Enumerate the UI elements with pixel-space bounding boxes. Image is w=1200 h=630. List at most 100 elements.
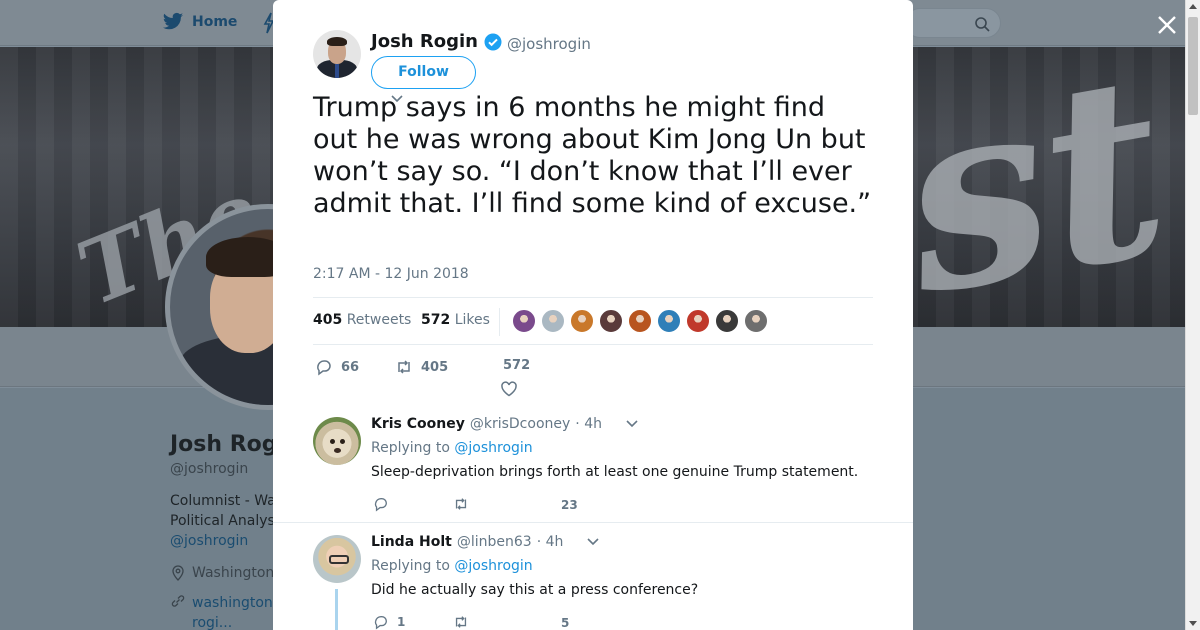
scroll-up-arrow-icon[interactable] <box>1189 4 1197 9</box>
retweet-count: 405 <box>421 359 449 375</box>
liker-avatar[interactable] <box>628 309 652 333</box>
author-name-row[interactable]: Josh Rogin <box>371 31 502 52</box>
like-action[interactable] <box>500 380 518 398</box>
reply-timestamp[interactable]: · 4h <box>575 416 602 432</box>
stats-divider <box>499 308 500 336</box>
close-icon <box>1158 16 1176 34</box>
reply-author-name[interactable]: Kris Cooney <box>371 416 465 432</box>
scrollbar-thumb[interactable] <box>1188 17 1198 115</box>
reply-text: Sleep-deprivation brings forth at least … <box>371 464 859 480</box>
tweet-stats-row: 405 Retweets 572 Likes <box>313 297 873 345</box>
reply-author-handle[interactable]: @linben63 <box>457 534 532 550</box>
replying-to-prefix: Replying to <box>371 440 450 456</box>
likers-avatar-list <box>512 309 768 333</box>
retweets-label: Retweets <box>346 312 412 328</box>
liker-avatar[interactable] <box>715 309 739 333</box>
reply-like-action[interactable]: 5 <box>561 616 569 630</box>
retweet-action[interactable]: 405 <box>395 358 448 376</box>
tweet-text: Trump says in 6 months he might find out… <box>313 92 872 219</box>
replying-to-mention[interactable]: @joshrogin <box>454 558 532 574</box>
profile-location: Washington <box>170 565 274 581</box>
liker-avatar[interactable] <box>686 309 710 333</box>
reply-like-count: 5 <box>561 616 570 630</box>
reply-count: 66 <box>341 359 360 375</box>
liker-avatar[interactable] <box>657 309 681 333</box>
location-pin-icon <box>172 565 184 581</box>
like-count: 572 <box>503 358 531 373</box>
profile-name: Josh Rog <box>170 432 278 457</box>
profile-bio-line: Columnist - Wa <box>170 493 276 509</box>
profile-website-text-cont: rogi... <box>192 615 233 630</box>
reply-author-handle[interactable]: @krisDcooney <box>470 416 570 432</box>
reply-options-chevron-icon[interactable] <box>625 419 639 429</box>
retweet-icon <box>455 498 467 510</box>
tweet-permalink-modal: Josh Rogin @joshrogin Follow Trump says … <box>273 0 913 630</box>
page-scrollbar[interactable] <box>1185 0 1200 630</box>
liker-avatar[interactable] <box>541 309 565 333</box>
twitter-bird-icon <box>162 12 184 30</box>
retweet-icon <box>455 616 467 628</box>
replying-to-line: Replying to @joshrogin <box>371 440 533 456</box>
reply-header: Kris Cooney @krisDcooney · 4h <box>371 416 639 432</box>
search-icon <box>975 17 990 32</box>
replying-to-line: Replying to @joshrogin <box>371 558 533 574</box>
retweets-stat[interactable]: 405 Retweets <box>313 312 411 328</box>
reply-author-avatar[interactable] <box>313 417 361 465</box>
profile-website-link[interactable]: washington rogi... <box>170 593 273 630</box>
reply-author-name[interactable]: Linda Holt <box>371 534 452 550</box>
profile-bio-line: Political Analys <box>170 513 275 529</box>
tweet-timestamp[interactable]: 2:17 AM - 12 Jun 2018 <box>313 266 469 282</box>
close-modal-button[interactable] <box>1154 12 1180 38</box>
nav-home-label: Home <box>192 14 238 30</box>
author-avatar[interactable] <box>313 30 361 78</box>
reply-retweet-action[interactable] <box>453 496 477 512</box>
tweet-action-bar: 66 405 572 <box>313 356 873 400</box>
link-icon <box>171 595 185 607</box>
retweets-count: 405 <box>313 312 343 328</box>
liker-avatar[interactable] <box>744 309 768 333</box>
liker-avatar[interactable] <box>599 309 623 333</box>
reply-retweet-action[interactable] <box>453 614 477 630</box>
follow-button[interactable]: Follow <box>371 56 476 89</box>
reply-header: Linda Holt @linben63 · 4h <box>371 534 600 550</box>
liker-avatar[interactable] <box>512 309 536 333</box>
reply-reply-action[interactable] <box>373 496 397 512</box>
reply-timestamp[interactable]: · 4h <box>537 534 564 550</box>
reply-reply-count: 1 <box>397 615 406 629</box>
liker-avatar[interactable] <box>570 309 594 333</box>
reply-like-action[interactable]: 23 <box>561 498 578 512</box>
likes-label: Likes <box>454 312 490 328</box>
reply-icon <box>374 615 387 630</box>
reply-action-bar: 1 5 <box>371 614 891 630</box>
verified-badge-icon <box>484 33 502 50</box>
reply-text: Did he actually say this at a press conf… <box>371 582 699 598</box>
reply-action[interactable]: 66 <box>315 358 359 376</box>
replying-to-prefix: Replying to <box>371 558 450 574</box>
profile-handle: @joshrogin <box>170 461 249 477</box>
reply-tweet[interactable]: Kris Cooney @krisDcooney · 4h Replying t… <box>273 405 913 523</box>
author-name[interactable]: Josh Rogin <box>371 31 478 52</box>
retweet-icon <box>398 360 410 374</box>
profile-location-text: Washington <box>192 565 275 581</box>
profile-website-text: washington <box>192 595 273 611</box>
heart-icon <box>501 381 517 397</box>
banner-logo-lettering-right: st <box>881 47 1185 327</box>
likes-stat[interactable]: 572 Likes <box>421 312 490 328</box>
reply-reply-action[interactable]: 1 <box>373 614 405 630</box>
author-handle[interactable]: @joshrogin <box>507 35 591 53</box>
tweet-options-chevron-icon[interactable] <box>390 94 404 104</box>
reply-author-avatar[interactable] <box>313 535 361 583</box>
reply-action-bar: 23 <box>371 496 891 516</box>
profile-bio-mention[interactable]: @joshrogin <box>170 533 248 549</box>
reply-like-count: 23 <box>561 498 578 512</box>
thread-connector-line <box>335 589 338 630</box>
nav-home-link[interactable]: Home <box>162 12 237 32</box>
replying-to-mention[interactable]: @joshrogin <box>454 440 532 456</box>
like-count-label[interactable]: 572 <box>503 358 530 373</box>
search-input[interactable] <box>905 8 1001 38</box>
reply-tweet[interactable]: Linda Holt @linben63 · 4h Replying to @j… <box>273 523 913 630</box>
scroll-down-arrow-icon[interactable] <box>1189 621 1197 626</box>
likes-count: 572 <box>421 312 451 328</box>
reply-options-chevron-icon[interactable] <box>586 537 600 547</box>
reply-icon <box>317 360 331 376</box>
